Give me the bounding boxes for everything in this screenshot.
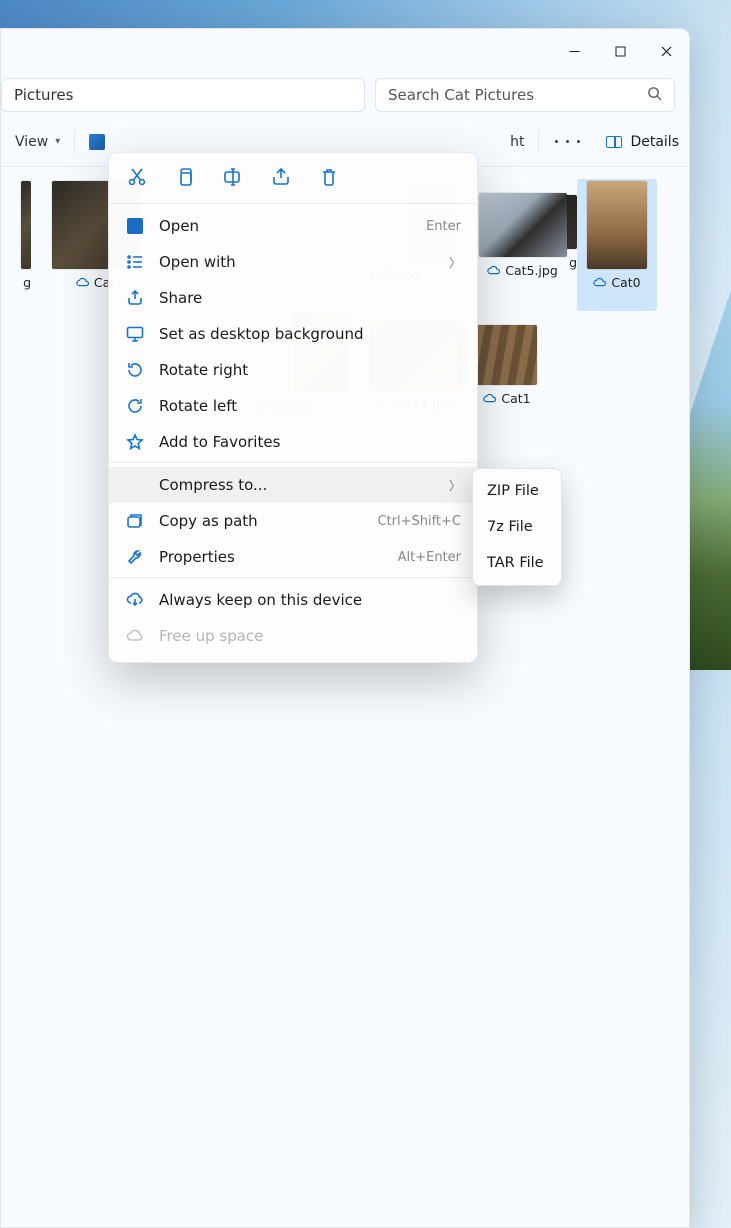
menu-label: Open with [159, 253, 435, 271]
file-name: Cat1 [483, 391, 530, 406]
menu-open[interactable]: Open Enter [109, 208, 477, 244]
cloud-icon [125, 626, 145, 646]
menu-rotate-right[interactable]: Rotate right [109, 352, 477, 388]
share-icon[interactable] [271, 167, 291, 191]
desktop-wallpaper-hill [687, 290, 731, 670]
menu-label: Compress to... [159, 476, 435, 494]
more-button[interactable] [549, 136, 585, 147]
share-icon [125, 288, 145, 308]
file-item[interactable]: Cat1 [467, 311, 547, 443]
file-name: Cat0 [593, 275, 640, 290]
menu-share[interactable]: Share [109, 280, 477, 316]
rotate-left-icon [125, 396, 145, 416]
toolbar-item-obscured[interactable] [85, 130, 109, 154]
menu-compress[interactable]: Compress to... 〉 [109, 467, 477, 503]
submenu-label: ZIP File [487, 483, 539, 499]
cloud-icon [593, 276, 607, 290]
view-label: View [15, 134, 48, 150]
menu-label: Properties [159, 548, 384, 566]
search-icon [647, 86, 662, 105]
menu-label: Rotate right [159, 361, 461, 379]
submenu-label: 7z File [487, 519, 533, 535]
menu-label: Always keep on this device [159, 591, 461, 609]
menu-separator [109, 203, 477, 204]
menu-separator [109, 462, 477, 463]
menu-label: Add to Favorites [159, 433, 461, 451]
menu-label: Free up space [159, 627, 461, 645]
minimize-button[interactable] [551, 30, 597, 72]
compress-submenu: ZIP File 7z File TAR File [472, 468, 562, 586]
file-name: g [23, 275, 31, 290]
menu-accel: Enter [426, 219, 461, 234]
submenu-tar[interactable]: TAR File [473, 545, 561, 581]
menu-label: Rotate left [159, 397, 461, 415]
address-bar[interactable]: Pictures [1, 78, 365, 112]
picture-icon [125, 216, 145, 236]
menu-always-keep[interactable]: Always keep on this device [109, 582, 477, 618]
menu-accel: Ctrl+Shift+C [377, 514, 461, 529]
desktop-icon [125, 324, 145, 344]
maximize-button[interactable] [597, 30, 643, 72]
wrench-icon [125, 547, 145, 567]
file-name: Cat5.jpg [487, 263, 558, 278]
menu-accel: Alt+Enter [398, 550, 461, 565]
menu-set-background[interactable]: Set as desktop background [109, 316, 477, 352]
cut-icon[interactable] [127, 167, 147, 191]
menu-properties[interactable]: Properties Alt+Enter [109, 539, 477, 575]
truncated-label: ht [510, 134, 524, 150]
separator [538, 130, 539, 154]
chevron-right-icon: 〉 [449, 254, 461, 271]
breadcrumb-segment[interactable]: Pictures [14, 86, 73, 104]
separator [74, 130, 75, 154]
chevron-right-icon: 〉 [449, 477, 461, 494]
details-icon [606, 136, 622, 148]
toolbar-item-truncated[interactable]: ht [506, 130, 528, 154]
star-icon [125, 432, 145, 452]
context-menu: Open Enter Open with 〉 Share Set as desk… [108, 152, 478, 663]
thumbnail [477, 325, 537, 385]
close-button[interactable] [643, 30, 689, 72]
menu-label: Copy as path [159, 512, 363, 530]
submenu-zip[interactable]: ZIP File [473, 473, 561, 509]
menu-open-with[interactable]: Open with 〉 [109, 244, 477, 280]
search-input[interactable]: Search Cat Pictures [375, 78, 675, 112]
menu-copy-path[interactable]: Copy as path Ctrl+Shift+C [109, 503, 477, 539]
picture-icon [89, 134, 105, 150]
menu-label: Share [159, 289, 461, 307]
view-dropdown[interactable]: View ▾ [11, 130, 64, 154]
submenu-label: TAR File [487, 555, 544, 571]
address-search-row: Pictures Search Cat Pictures [1, 73, 689, 117]
cloud-icon [76, 276, 90, 290]
cloud-icon [483, 392, 497, 406]
search-placeholder: Search Cat Pictures [388, 86, 534, 104]
delete-icon[interactable] [319, 167, 339, 191]
context-menu-toolbar [109, 159, 477, 201]
chevron-down-icon: ▾ [55, 136, 60, 147]
rename-icon[interactable] [223, 167, 243, 191]
copy-icon[interactable] [175, 167, 195, 191]
copy-path-icon [125, 511, 145, 531]
menu-label: Set as desktop background [159, 325, 461, 343]
list-icon [125, 252, 145, 272]
submenu-7z[interactable]: 7z File [473, 509, 561, 545]
details-view-toggle[interactable]: Details [606, 134, 679, 150]
rotate-right-icon [125, 360, 145, 380]
menu-add-favorites[interactable]: Add to Favorites [109, 424, 477, 460]
menu-label: Open [159, 217, 412, 235]
details-label: Details [630, 134, 679, 150]
menu-separator [109, 577, 477, 578]
menu-free-up-space: Free up space [109, 618, 477, 654]
title-bar [1, 29, 689, 73]
file-item-selected[interactable]: Cat0 [577, 179, 657, 311]
thumbnail [587, 181, 647, 269]
cloud-download-icon [125, 590, 145, 610]
file-item[interactable]: g [1, 179, 31, 311]
thumbnail [479, 193, 567, 257]
menu-rotate-left[interactable]: Rotate left [109, 388, 477, 424]
cloud-icon [487, 264, 501, 278]
